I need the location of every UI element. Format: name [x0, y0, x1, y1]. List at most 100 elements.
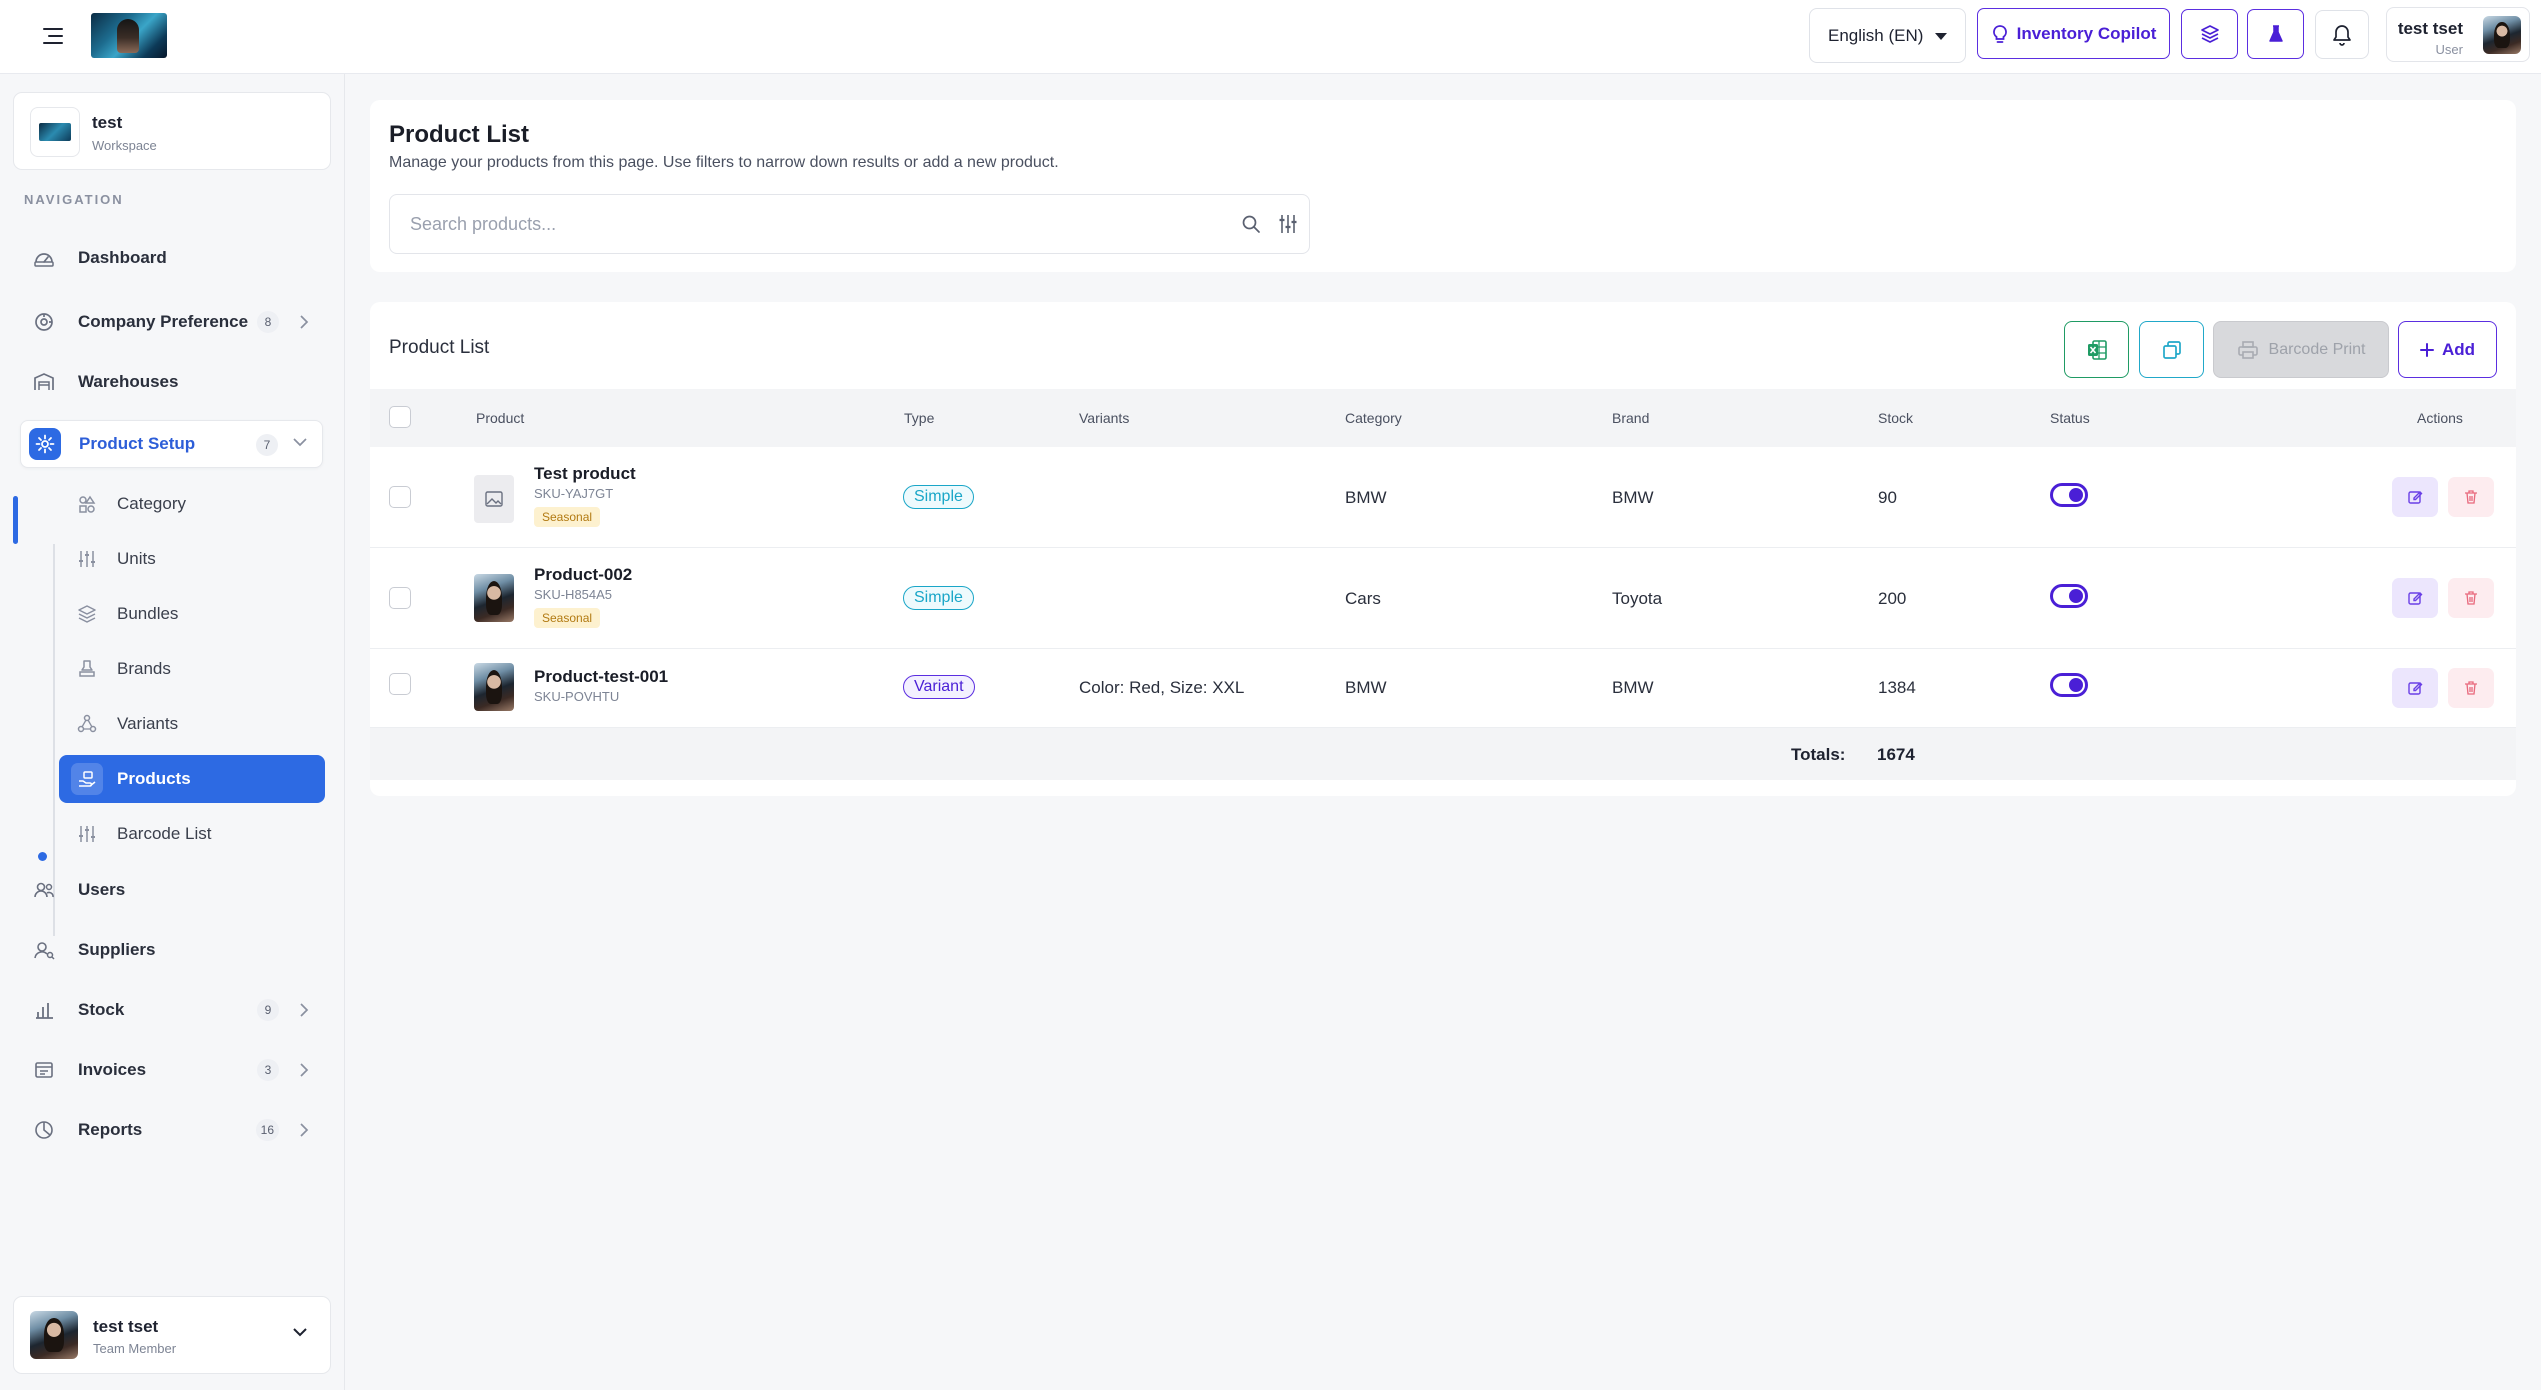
sidebar-item-users[interactable]: Users: [20, 866, 323, 914]
status-toggle[interactable]: [2050, 584, 2088, 608]
type-badge: Simple: [903, 586, 974, 610]
layers-icon: [71, 598, 103, 630]
delete-button[interactable]: [2448, 668, 2494, 708]
sidebar-item-products[interactable]: Products: [59, 755, 325, 803]
category-cell: BMW: [1345, 678, 1387, 697]
column-header-type[interactable]: Type: [904, 410, 934, 426]
sidebar-item-stock[interactable]: Stock 9: [20, 986, 323, 1034]
user-role: User: [2435, 42, 2463, 57]
trash-icon: [2464, 489, 2478, 505]
column-header-product[interactable]: Product: [476, 410, 524, 426]
count-badge: 7: [256, 434, 278, 456]
sidebar-subitem-label: Bundles: [117, 604, 179, 623]
sidebar-item-brands[interactable]: Brands: [59, 645, 325, 693]
stock-chart-icon: [28, 994, 60, 1026]
sidebar-subitem-label: Products: [117, 769, 191, 788]
sidebar-item-variants[interactable]: Variants: [59, 700, 325, 748]
sidebar-subitem-label: Barcode List: [117, 824, 212, 843]
product-name[interactable]: Product-test-001: [534, 667, 668, 687]
status-toggle[interactable]: [2050, 483, 2088, 507]
edit-icon: [2407, 489, 2423, 505]
sidebar-item-units[interactable]: Units: [59, 535, 325, 583]
edit-button[interactable]: [2392, 668, 2438, 708]
filter-sliders-icon[interactable]: [1277, 213, 1299, 235]
chevron-down-icon: [292, 437, 308, 447]
image-placeholder-icon: [474, 475, 514, 523]
barcode-print-button[interactable]: Barcode Print: [2213, 321, 2389, 378]
sidebar-item-reports[interactable]: Reports 16: [20, 1106, 323, 1154]
column-header-status[interactable]: Status: [2050, 410, 2090, 426]
menu-toggle-icon[interactable]: [38, 21, 68, 51]
flask-button[interactable]: [2247, 9, 2304, 59]
column-header-brand[interactable]: Brand: [1612, 410, 1649, 426]
inventory-copilot-button[interactable]: Inventory Copilot: [1977, 8, 2170, 59]
product-name[interactable]: Test product: [534, 464, 636, 484]
invoice-icon: [28, 1054, 60, 1086]
search-icon[interactable]: [1241, 214, 1261, 234]
sidebar: test Workspace NAVIGATION Dashboard Comp…: [0, 74, 345, 1390]
sidebar-item-barcode-list[interactable]: Barcode List: [59, 810, 325, 858]
table-row[interactable]: Product-test-001 SKU-POVHTU Variant Colo…: [370, 649, 2516, 728]
stock-cell: 90: [1878, 488, 1897, 507]
row-checkbox[interactable]: [389, 673, 411, 695]
brand-cell: BMW: [1612, 488, 1654, 507]
column-header-variants[interactable]: Variants: [1079, 410, 1129, 426]
barcode-print-label: Barcode Print: [2268, 340, 2366, 358]
delete-button[interactable]: [2448, 477, 2494, 517]
seasonal-tag: Seasonal: [534, 608, 601, 628]
top-bar: English (EN) Inventory Copilot test tset…: [0, 0, 2541, 74]
edit-icon: [2407, 680, 2423, 696]
flask-icon: [2266, 24, 2286, 44]
sidebar-item-invoices[interactable]: Invoices 3: [20, 1046, 323, 1094]
type-badge: Simple: [903, 485, 974, 509]
table-row[interactable]: Product-002 SKU-H854A5 Seasonal Simple C…: [370, 548, 2516, 649]
brand-cell: BMW: [1612, 678, 1654, 697]
row-checkbox[interactable]: [389, 587, 411, 609]
totals-label: Totals:: [1791, 745, 1846, 764]
product-sku: SKU-POVHTU: [534, 689, 620, 704]
count-badge: 9: [257, 999, 279, 1021]
plus-icon: [2419, 342, 2434, 357]
stack-button[interactable]: [2181, 9, 2238, 59]
category-cell: BMW: [1345, 488, 1387, 507]
variants-cell: Color: Red, Size: XXL: [1079, 678, 1245, 697]
duplicate-button[interactable]: [2139, 321, 2204, 378]
printer-icon: [2237, 340, 2259, 360]
product-name[interactable]: Product-002: [534, 565, 632, 585]
notifications-button[interactable]: [2315, 10, 2369, 59]
add-product-button[interactable]: Add: [2398, 321, 2497, 378]
type-cell: Simple: [903, 485, 974, 509]
sidebar-item-label: Stock: [78, 1000, 125, 1019]
supplier-icon: [28, 934, 60, 966]
search-input[interactable]: [410, 213, 1190, 235]
edit-button[interactable]: [2392, 477, 2438, 517]
workspace-card[interactable]: test Workspace: [13, 92, 331, 170]
status-toggle[interactable]: [2050, 673, 2088, 697]
sidebar-item-warehouses[interactable]: Warehouses: [20, 358, 323, 406]
column-header-stock[interactable]: Stock: [1878, 410, 1913, 426]
edit-button[interactable]: [2392, 578, 2438, 618]
gear-icon: [29, 428, 61, 460]
column-header-category[interactable]: Category: [1345, 410, 1402, 426]
row-checkbox[interactable]: [389, 486, 411, 508]
sidebar-item-suppliers[interactable]: Suppliers: [20, 926, 323, 974]
hand-box-icon: [71, 763, 103, 795]
select-all-checkbox[interactable]: [389, 406, 411, 428]
chevron-right-icon: [299, 1122, 309, 1138]
language-select[interactable]: English (EN): [1809, 8, 1966, 63]
sidebar-item-bundles[interactable]: Bundles: [59, 590, 325, 638]
current-user-card[interactable]: test tset Team Member: [13, 1296, 331, 1374]
app-logo[interactable]: [91, 13, 167, 58]
table-row[interactable]: Test product SKU-YAJ7GT Seasonal Simple …: [370, 447, 2516, 548]
workspace-label: Workspace: [92, 138, 157, 153]
trash-icon: [2464, 590, 2478, 606]
sidebar-item-company-preference[interactable]: Company Preference 8: [20, 298, 323, 346]
sidebar-item-category[interactable]: Category: [59, 480, 325, 528]
sidebar-item-dashboard[interactable]: Dashboard: [20, 234, 323, 282]
export-excel-button[interactable]: [2064, 321, 2129, 378]
user-name: test tset: [2397, 19, 2463, 38]
delete-button[interactable]: [2448, 578, 2494, 618]
search-box: [389, 194, 1310, 254]
user-menu[interactable]: test tset User: [2386, 7, 2530, 62]
sidebar-item-product-setup[interactable]: Product Setup 7: [20, 420, 323, 468]
